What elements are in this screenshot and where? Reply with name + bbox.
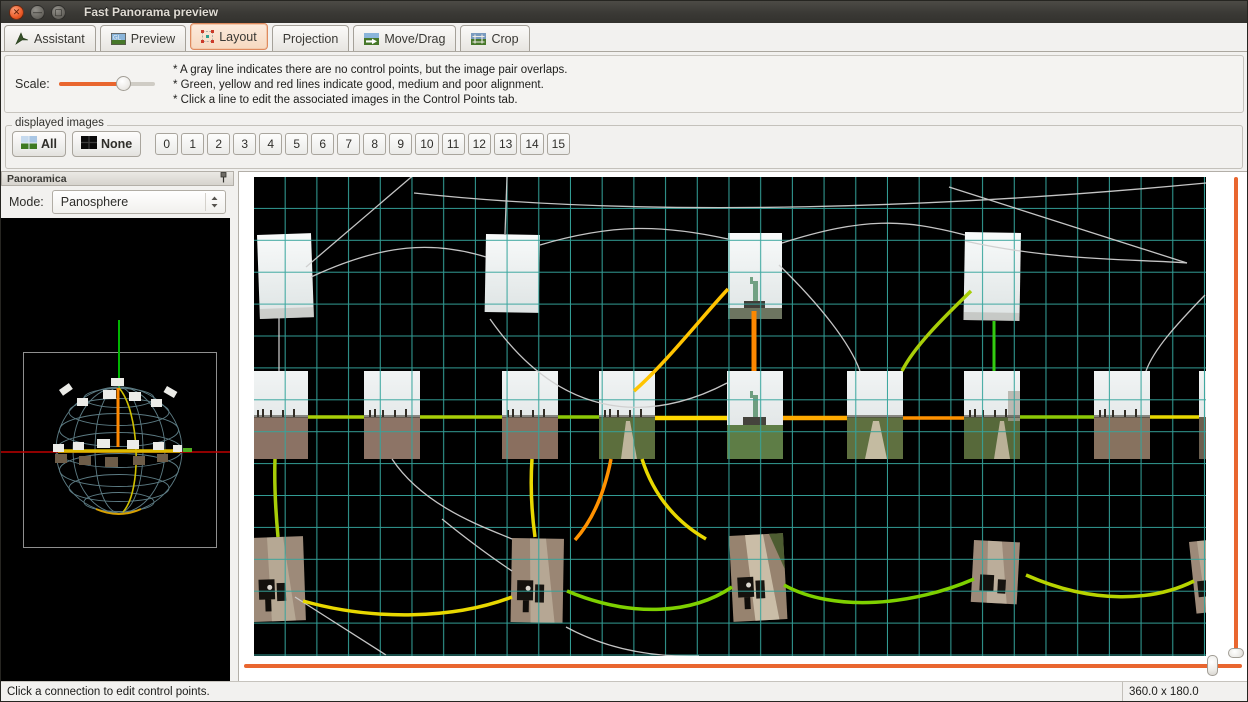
scale-panel: Scale: * A gray line indicates there are… [4,55,1244,113]
image-toggle-12[interactable]: 12 [468,133,491,155]
scale-slider-handle[interactable] [116,76,131,91]
crop-icon [471,33,486,45]
tab-assistant[interactable]: Assistant [4,25,96,51]
tab-projection[interactable]: Projection [272,25,350,51]
note-line: * Green, yellow and red lines indicate g… [173,78,567,93]
mode-select[interactable]: Panosphere [52,190,226,214]
fast-panorama-preview-window: ✕ — ▢ Fast Panorama preview Assistant GL… [0,0,1248,702]
tab-label: Assistant [34,32,85,46]
scale-label: Scale: [15,77,50,91]
tab-label: Move/Drag [384,32,445,46]
image-toggle-0[interactable]: 0 [155,133,178,155]
image-toggle-7[interactable]: 7 [337,133,360,155]
note-line: * A gray line indicates there are no con… [173,63,567,78]
no-images-icon [81,136,97,152]
mode-value: Panosphere [61,195,128,209]
image-toggle-buttons: 0 1 2 3 4 5 6 7 8 9 10 11 12 13 14 15 [155,133,570,155]
image-toggle-1[interactable]: 1 [181,133,204,155]
dock-title: Panoramica [7,173,67,185]
all-label: All [41,137,57,151]
tab-crop[interactable]: Crop [460,25,529,51]
tabbar: Assistant GL Preview Layout Projection M… [1,23,1247,52]
image-toggle-10[interactable]: 10 [415,133,438,155]
canvas-dimensions: 360.0 x 180.0 [1123,682,1247,701]
tab-label: Projection [283,32,339,46]
show-all-button[interactable]: All [12,131,66,157]
none-label: None [101,137,132,151]
assistant-icon [15,32,29,45]
image-toggle-2[interactable]: 2 [207,133,230,155]
pin-icon[interactable] [219,172,228,186]
preview-icon: GL [111,33,126,45]
displayed-images-legend: displayed images [12,117,107,129]
vertical-pan-track[interactable] [1234,177,1238,656]
mode-label: Mode: [9,195,44,209]
panosphere-3d-preview[interactable] [1,218,230,683]
scale-slider-fill [59,82,119,86]
window-title: Fast Panorama preview [84,5,218,19]
all-images-icon [21,136,37,152]
status-message: Click a connection to edit control point… [1,682,1123,701]
tab-layout[interactable]: Layout [190,23,268,50]
statusbar: Click a connection to edit control point… [1,681,1247,701]
tab-label: Preview [131,32,175,46]
tab-move-drag[interactable]: Move/Drag [353,25,456,51]
vertical-pan-slider[interactable] [1228,177,1244,656]
panosphere-dock: Panoramica Mode: Panosphere [1,171,234,683]
maximize-button[interactable]: ▢ [51,5,66,20]
svg-text:GL: GL [113,35,122,41]
close-button[interactable]: ✕ [9,5,24,20]
spinner-arrows-icon[interactable] [205,193,223,211]
displayed-images-group: displayed images All None 0 1 2 3 4 5 [5,125,1243,169]
tab-label: Layout [219,30,257,44]
horizontal-pan-slider[interactable] [244,656,1242,676]
tab-label: Crop [491,32,518,46]
image-toggle-3[interactable]: 3 [233,133,256,155]
image-toggle-9[interactable]: 9 [389,133,412,155]
titlebar: ✕ — ▢ Fast Panorama preview [1,1,1247,23]
minimize-button[interactable]: — [30,5,45,20]
image-toggle-6[interactable]: 6 [311,133,334,155]
scale-slider[interactable] [59,76,155,92]
note-line: * Click a line to edit the associated im… [173,93,567,108]
move-drag-icon [364,33,379,45]
image-toggle-8[interactable]: 8 [363,133,386,155]
layout-canvas[interactable] [254,177,1206,656]
image-toggle-14[interactable]: 14 [520,133,543,155]
horizontal-pan-track[interactable] [244,664,1242,668]
layout-icon [201,30,214,43]
mode-row: Mode: Panosphere [1,186,234,218]
image-toggle-5[interactable]: 5 [285,133,308,155]
tab-preview[interactable]: GL Preview [100,25,186,51]
show-none-button[interactable]: None [72,131,141,157]
dock-header: Panoramica [1,171,234,186]
image-toggle-13[interactable]: 13 [494,133,517,155]
horizontal-pan-handle[interactable] [1207,655,1218,676]
image-toggle-15[interactable]: 15 [547,133,570,155]
image-toggle-11[interactable]: 11 [442,133,465,155]
legend-notes: * A gray line indicates there are no con… [173,63,567,108]
image-toggle-4[interactable]: 4 [259,133,282,155]
layout-canvas-panel [238,171,1248,683]
